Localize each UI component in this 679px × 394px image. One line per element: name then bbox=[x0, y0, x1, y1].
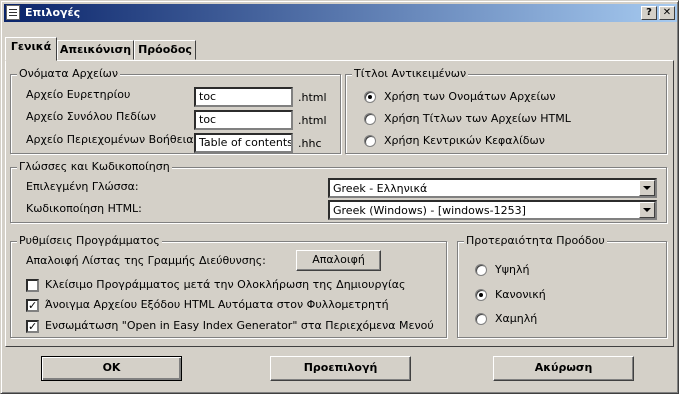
app-icon bbox=[6, 5, 20, 20]
options-dialog: Επιλογές ? ✕ Γενικά Απεικόνιση Πρόοδος Ο… bbox=[0, 0, 679, 394]
chevron-down-icon[interactable] bbox=[639, 180, 655, 196]
radio-use-headers[interactable] bbox=[364, 135, 376, 147]
radio-use-headers-label: Χρήση Κεντρικών Κεφαλίδων bbox=[384, 134, 545, 147]
encoding-value: Greek (Windows) - [windows-1253] bbox=[333, 204, 526, 217]
ok-button[interactable]: OK bbox=[41, 356, 182, 381]
radio-priority-high[interactable] bbox=[475, 264, 487, 276]
program-settings-legend: Ρυθμίσεις Προγράμματος bbox=[17, 234, 162, 247]
tab-progress[interactable]: Πρόοδος bbox=[134, 40, 196, 60]
close-button[interactable]: ✕ bbox=[659, 6, 675, 20]
chevron-down-icon[interactable] bbox=[639, 202, 655, 218]
close-after-build-checkbox[interactable] bbox=[26, 279, 39, 292]
program-settings-group: Ρυθμίσεις Προγράμματος Απαλοιφή Λίστας τ… bbox=[10, 234, 447, 338]
tab-display[interactable]: Απεικόνιση bbox=[57, 40, 134, 60]
help-contents-input[interactable]: Table of contents bbox=[194, 133, 293, 153]
default-button[interactable]: Προεπιλογή bbox=[270, 356, 411, 381]
index-file-input[interactable]: toc bbox=[194, 87, 293, 107]
window-title: Επιλογές bbox=[25, 6, 81, 19]
close-after-build-label: Κλείσιμο Προγράμματος μετά την Ολοκλήρωσ… bbox=[45, 278, 406, 291]
tab-panel-general: Ονόματα Αρχείων Αρχείο Ευρετηρίου toc .h… bbox=[5, 60, 674, 347]
tab-general[interactable]: Γενικά bbox=[5, 37, 57, 61]
open-output-checkbox[interactable]: ✓ bbox=[26, 299, 39, 312]
help-button[interactable]: ? bbox=[641, 6, 657, 20]
clear-address-button[interactable]: Απαλοιφή bbox=[296, 250, 381, 271]
index-file-ext: .html bbox=[298, 91, 327, 104]
language-label: Επιλεγμένη Γλώσσα: bbox=[26, 180, 139, 193]
radio-use-filenames[interactable] bbox=[364, 91, 376, 103]
languages-legend: Γλώσσες και Κωδικοποίηση bbox=[17, 160, 172, 173]
priority-legend: Προτεραιότητα Προόδου bbox=[464, 234, 607, 247]
object-titles-group: Τίτλοι Αντικειμένων Χρήση των Ονομάτων Α… bbox=[345, 67, 667, 154]
context-menu-checkbox[interactable]: ✓ bbox=[26, 320, 39, 333]
languages-group: Γλώσσες και Κωδικοποίηση Επιλεγμένη Γλώσ… bbox=[10, 160, 667, 223]
language-value: Greek - Ελληνικά bbox=[333, 182, 428, 195]
open-output-label: Άνοιγμα Αρχείου Εξόδου HTML Αυτόματα στο… bbox=[45, 298, 389, 311]
cancel-button[interactable]: Ακύρωση bbox=[493, 356, 634, 381]
encoding-label: Κωδικοποίηση HTML: bbox=[26, 202, 142, 215]
radio-use-html-titles[interactable] bbox=[364, 113, 376, 125]
object-titles-legend: Τίτλοι Αντικειμένων bbox=[352, 67, 469, 80]
radio-priority-normal[interactable] bbox=[475, 289, 487, 301]
index-file-label: Αρχείο Ευρετηρίου bbox=[26, 88, 131, 101]
file-names-legend: Ονόματα Αρχείων bbox=[17, 67, 121, 80]
radio-use-html-titles-label: Χρήση Τίτλων των Αρχείων HTML bbox=[384, 112, 571, 125]
language-select[interactable]: Greek - Ελληνικά bbox=[328, 178, 657, 198]
radio-priority-high-label: Υψηλή bbox=[495, 263, 530, 276]
help-contents-label: Αρχείο Περιεχομένων Βοήθειας bbox=[26, 133, 201, 146]
radio-priority-low-label: Χαμηλή bbox=[495, 312, 538, 325]
fieldset-file-input[interactable]: toc bbox=[194, 110, 293, 130]
clear-address-label: Απαλοιφή Λίστας της Γραμμής Διεύθυνσης: bbox=[26, 254, 266, 267]
fieldset-file-ext: .html bbox=[298, 114, 327, 127]
radio-priority-normal-label: Κανονική bbox=[495, 288, 546, 301]
priority-group: Προτεραιότητα Προόδου Υψηλή Κανονική Χαμ… bbox=[457, 234, 667, 338]
file-names-group: Ονόματα Αρχείων Αρχείο Ευρετηρίου toc .h… bbox=[10, 67, 341, 154]
context-menu-label: Ενσωμάτωση "Open in Easy Index Generator… bbox=[45, 319, 434, 332]
encoding-select[interactable]: Greek (Windows) - [windows-1253] bbox=[328, 200, 657, 220]
fieldset-file-label: Αρχείο Συνόλου Πεδίων bbox=[26, 110, 157, 123]
radio-priority-low[interactable] bbox=[475, 313, 487, 325]
title-bar: Επιλογές ? ✕ bbox=[4, 4, 677, 22]
radio-use-filenames-label: Χρήση των Ονομάτων Αρχείων bbox=[384, 90, 556, 103]
help-contents-ext: .hhc bbox=[298, 137, 322, 150]
